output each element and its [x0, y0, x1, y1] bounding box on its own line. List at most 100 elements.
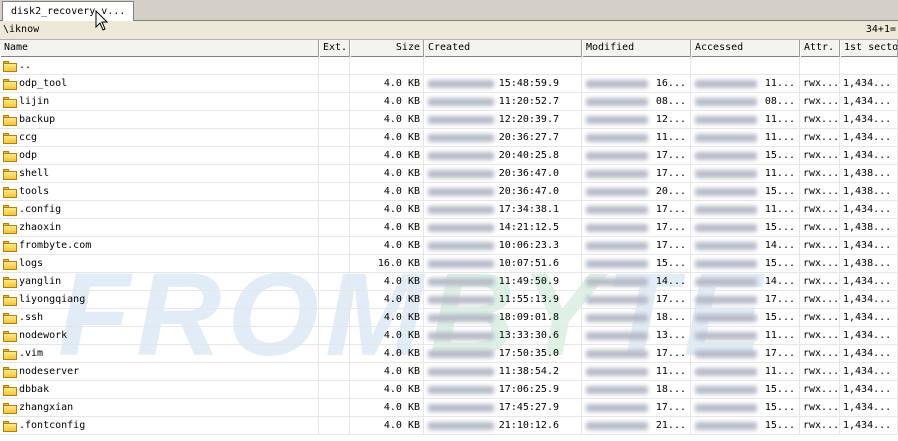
modified-time: 11... — [655, 366, 686, 377]
redacted-date — [586, 116, 648, 124]
name-cell: logs — [0, 255, 319, 273]
created-time: 12:20:39.7 — [498, 114, 559, 125]
redacted-date — [428, 152, 494, 160]
table-row[interactable]: zhangxian 4.0 KB 17:45:27.9 17... 15... rwx..… — [0, 399, 898, 417]
redacted-date — [428, 314, 494, 322]
redacted-date — [695, 80, 757, 88]
column-header-name[interactable]: Name — [0, 40, 319, 57]
redacted-date — [428, 368, 494, 376]
file-name: shell — [19, 168, 50, 179]
table-row[interactable]: .config 4.0 KB 17:34:38.1 17... 11... rwx... 1… — [0, 201, 898, 219]
column-header-ext[interactable]: Ext. — [319, 40, 350, 57]
ext-cell — [319, 129, 350, 147]
created-cell: 17:06:25.9 — [424, 381, 582, 399]
sector-cell: 1,438... — [840, 219, 898, 237]
modified-cell: 08... — [582, 93, 691, 111]
table-row[interactable]: odp 4.0 KB 20:40:25.8 17... 15... rwx... 1,434… — [0, 147, 898, 165]
name-cell: .. — [0, 57, 319, 75]
table-row[interactable]: .fontconfig 4.0 KB 21:10:12.6 21... 15... rwx… — [0, 417, 898, 435]
ext-cell — [319, 57, 350, 75]
name-cell: zhaoxin — [0, 219, 319, 237]
modified-cell: 13... — [582, 327, 691, 345]
redacted-date — [428, 80, 494, 88]
modified-cell: 17... — [582, 291, 691, 309]
column-header-modified[interactable]: Modified — [582, 40, 691, 57]
ext-cell — [319, 219, 350, 237]
table-row[interactable]: .vim 4.0 KB 17:50:35.0 17... 17... rwx... 1,43… — [0, 345, 898, 363]
table-row[interactable]: yanglin 4.0 KB 11:49:50.9 14... 14... rwx... 1… — [0, 273, 898, 291]
table-row[interactable]: zhaoxin 4.0 KB 14:21:12.5 17... 15... rwx... 1… — [0, 219, 898, 237]
folder-icon — [3, 97, 17, 108]
sector-cell: 1,438... — [840, 183, 898, 201]
path-bar: \iknow 34+1= — [0, 21, 898, 40]
column-header-accessed[interactable]: Accessed — [691, 40, 800, 57]
ext-cell — [319, 255, 350, 273]
modified-time: 17... — [655, 294, 686, 305]
redacted-date — [586, 98, 648, 106]
folder-icon — [3, 61, 17, 72]
table-row[interactable]: liyongqiang 4.0 KB 11:55:13.9 17... 17... rwx… — [0, 291, 898, 309]
ext-cell — [319, 417, 350, 435]
redacted-date — [428, 98, 494, 106]
attr-cell: rwx... — [800, 219, 840, 237]
table-row[interactable]: odp_tool 4.0 KB 15:48:59.9 16... 11... rwx...… — [0, 75, 898, 93]
size-cell — [350, 57, 424, 75]
folder-icon — [3, 313, 17, 324]
modified-cell: 11... — [582, 129, 691, 147]
sector-cell: 1,434... — [840, 111, 898, 129]
created-time: 10:06:23.3 — [498, 240, 559, 251]
table-row[interactable]: nodework 4.0 KB 13:33:30.6 13... 11... rwx...… — [0, 327, 898, 345]
name-cell: odp_tool — [0, 75, 319, 93]
folder-icon — [3, 421, 17, 432]
created-cell: 11:49:50.9 — [424, 273, 582, 291]
table-row[interactable]: nodeserver 4.0 KB 11:38:54.2 11... 11... rwx.… — [0, 363, 898, 381]
item-count: 34+1= — [865, 24, 896, 35]
redacted-date — [695, 170, 757, 178]
table-row[interactable]: lijin 4.0 KB 11:20:52.7 08... 08... rwx... 1,4… — [0, 93, 898, 111]
column-header-created[interactable]: Created — [424, 40, 582, 57]
sector-cell: 1,434... — [840, 309, 898, 327]
tab-disk2-recovery[interactable]: disk2_recovery_v... — [2, 1, 135, 21]
column-header-size[interactable]: Size — [350, 40, 424, 57]
accessed-cell: 15... — [691, 147, 800, 165]
table-row[interactable]: frombyte.com 4.0 KB 10:06:23.3 17... 14... rw… — [0, 237, 898, 255]
accessed-time: 08... — [764, 96, 795, 107]
redacted-date — [428, 332, 494, 340]
folder-icon — [3, 115, 17, 126]
table-row[interactable]: ccg 4.0 KB 20:36:27.7 11... 11... rwx... 1,434… — [0, 129, 898, 147]
created-cell: 10:06:23.3 — [424, 237, 582, 255]
size-cell: 4.0 KB — [350, 417, 424, 435]
table-row[interactable]: backup 4.0 KB 12:20:39.7 12... 11... rwx... 1,… — [0, 111, 898, 129]
redacted-date — [586, 350, 648, 358]
column-header-attr[interactable]: Attr. — [800, 40, 840, 57]
column-header-first-sector[interactable]: 1st secto — [840, 40, 898, 57]
accessed-cell: 14... — [691, 237, 800, 255]
size-cell: 4.0 KB — [350, 201, 424, 219]
table-row[interactable]: tools 4.0 KB 20:36:47.0 20... 15... rwx... 1,4… — [0, 183, 898, 201]
table-row[interactable]: .. — [0, 57, 898, 75]
created-time: 15:48:59.9 — [498, 78, 559, 89]
modified-time: 20... — [655, 186, 686, 197]
folder-icon — [3, 79, 17, 90]
table-row[interactable]: .ssh 4.0 KB 18:09:01.8 18... 15... rwx... 1,43… — [0, 309, 898, 327]
redacted-date — [695, 206, 757, 214]
table-row[interactable]: logs 16.0 KB 10:07:51.6 15... 15... rwx... 1,4… — [0, 255, 898, 273]
size-cell: 4.0 KB — [350, 75, 424, 93]
modified-cell: 12... — [582, 111, 691, 129]
redacted-date — [586, 242, 648, 250]
accessed-time: 15... — [764, 222, 795, 233]
table-row[interactable]: dbbak 4.0 KB 17:06:25.9 18... 15... rwx... 1,4… — [0, 381, 898, 399]
accessed-time: 11... — [764, 78, 795, 89]
accessed-cell — [691, 57, 800, 75]
folder-icon — [3, 331, 17, 342]
created-cell — [424, 57, 582, 75]
accessed-cell: 15... — [691, 183, 800, 201]
table-row[interactable]: shell 4.0 KB 20:36:47.0 17... 11... rwx... 1,4… — [0, 165, 898, 183]
accessed-time: 14... — [764, 276, 795, 287]
size-cell: 4.0 KB — [350, 273, 424, 291]
modified-cell: 18... — [582, 309, 691, 327]
redacted-date — [695, 98, 757, 106]
redacted-date — [695, 188, 757, 196]
name-cell: frombyte.com — [0, 237, 319, 255]
modified-cell: 17... — [582, 147, 691, 165]
